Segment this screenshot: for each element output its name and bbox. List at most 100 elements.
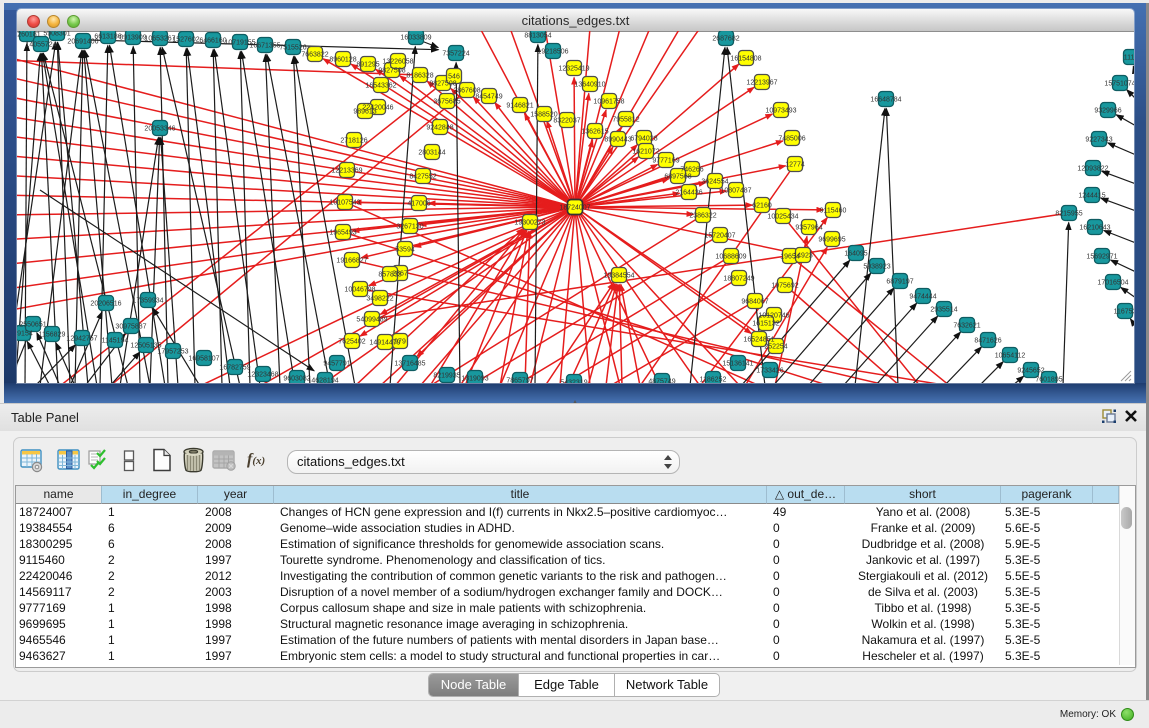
svg-text:1819093: 1819093 [461, 376, 488, 383]
svg-text:1527602: 1527602 [172, 37, 199, 44]
svg-text:16210643: 16210643 [1079, 225, 1110, 232]
svg-text:18724007: 18724007 [559, 205, 590, 212]
svg-text:13640910: 13640910 [574, 82, 605, 89]
svg-text:3267130: 3267130 [396, 224, 423, 231]
svg-text:1186252: 1186252 [700, 377, 727, 383]
svg-text:17359934: 17359934 [132, 298, 163, 305]
svg-text:5432319: 5432319 [560, 380, 587, 383]
svg-text:12213967: 12213967 [746, 80, 777, 87]
svg-text:1965493: 1965493 [329, 230, 356, 237]
svg-text:7485006: 7485006 [778, 136, 805, 143]
svg-text:9474444: 9474444 [909, 294, 936, 301]
svg-text:15136141: 15136141 [722, 361, 753, 368]
svg-text:1362615: 1362615 [581, 129, 608, 136]
svg-text:10807487: 10807487 [720, 188, 751, 195]
svg-text:546: 546 [448, 74, 460, 81]
svg-text:891295: 891295 [356, 62, 379, 69]
svg-text:5260181: 5260181 [17, 32, 41, 39]
svg-text:16648784: 16648784 [870, 97, 901, 104]
svg-text:9357964: 9357964 [795, 225, 822, 232]
svg-text:4875749: 4875749 [648, 379, 675, 383]
svg-text:6897568: 6897568 [664, 174, 691, 181]
svg-text:10973493: 10973493 [765, 108, 796, 115]
svg-text:2550651: 2550651 [19, 322, 46, 329]
svg-text:9684067: 9684067 [741, 299, 768, 306]
svg-text:8960128: 8960128 [329, 57, 356, 64]
svg-text:9603082: 9603082 [283, 376, 310, 383]
svg-text:13226058: 13226058 [382, 59, 413, 66]
svg-text:8219935: 8219935 [433, 373, 460, 380]
svg-text:7955812: 7955812 [612, 117, 639, 124]
svg-text:7357224: 7357224 [442, 51, 469, 58]
svg-text:164095: 164095 [844, 251, 867, 258]
svg-text:14055724: 14055724 [25, 42, 56, 49]
svg-text:19384554: 19384554 [603, 273, 634, 280]
svg-text:417006: 417006 [407, 201, 430, 208]
svg-text:6613186: 6613186 [94, 34, 121, 41]
svg-text:2687682: 2687682 [712, 36, 739, 43]
svg-text:16671355: 16671355 [249, 43, 280, 50]
svg-text:746266: 746266 [680, 167, 703, 174]
svg-text:7632621: 7632621 [953, 323, 980, 330]
svg-text:54099489: 54099489 [356, 317, 387, 324]
svg-text:16154808: 16154808 [730, 56, 761, 63]
svg-text:9457791: 9457791 [323, 361, 350, 368]
svg-text:8454749: 8454749 [475, 94, 502, 101]
svg-text:3624554: 3624554 [701, 179, 728, 186]
svg-text:12093822: 12093822 [1077, 166, 1108, 173]
svg-text:8427552: 8427552 [409, 174, 436, 181]
svg-text:7625402: 7625402 [338, 339, 365, 346]
svg-text:5908301: 5908301 [43, 31, 70, 38]
svg-text:16033809: 16033809 [400, 35, 431, 42]
svg-text:8215955: 8215955 [1055, 211, 1082, 218]
svg-text:10688609: 10688609 [715, 254, 746, 261]
svg-text:7865797: 7865797 [506, 378, 533, 383]
svg-text:9242848: 9242848 [426, 125, 453, 132]
svg-text:9699695: 9699695 [818, 237, 845, 244]
svg-text:9827508: 9827508 [429, 81, 456, 88]
svg-text:19300273: 19300273 [514, 220, 545, 227]
svg-text:2164436: 2164436 [675, 190, 702, 197]
svg-text:0913909: 0913909 [119, 35, 146, 42]
svg-text:12323468: 12323468 [247, 372, 278, 379]
svg-text:53594: 53594 [395, 247, 415, 254]
svg-text:10046798: 10046798 [344, 287, 375, 294]
svg-text:16958107: 16958107 [188, 356, 219, 363]
svg-text:252254: 252254 [764, 344, 787, 351]
svg-text:4628194: 4628194 [311, 378, 338, 383]
svg-text:989613: 989613 [353, 109, 376, 116]
svg-text:16782759: 16782759 [219, 365, 250, 372]
svg-text:10653267: 10653267 [144, 36, 175, 43]
svg-text:9227343: 9227343 [1085, 137, 1112, 144]
svg-text:15720407: 15720407 [704, 233, 735, 240]
svg-text:5938923: 5938923 [863, 264, 890, 271]
svg-text:6879197: 6879197 [886, 279, 913, 286]
svg-text:9827508: 9827508 [378, 68, 405, 75]
svg-text:2718126: 2718126 [340, 138, 367, 145]
svg-text:1156829: 1156829 [39, 332, 66, 339]
svg-text:116753: 116753 [1114, 309, 1134, 316]
svg-text:10025434: 10025434 [767, 214, 798, 221]
svg-text:10961758: 10961758 [593, 99, 624, 106]
svg-text:9329966: 9329966 [1094, 108, 1121, 115]
svg-text:7601895: 7601895 [1035, 377, 1062, 383]
svg-text:857833: 857833 [378, 272, 401, 279]
svg-text:16543362: 16543362 [365, 83, 396, 90]
svg-text:7663822: 7663822 [301, 52, 328, 59]
svg-text:6466160: 6466160 [199, 38, 226, 45]
svg-text:10120746: 10120746 [758, 313, 789, 320]
svg-text:1975692: 1975692 [771, 283, 798, 290]
svg-text:1112: 1112 [1124, 55, 1134, 62]
svg-text:12213369: 12213369 [331, 168, 362, 175]
svg-text:12942757: 12942757 [66, 336, 97, 343]
svg-text:30975887: 30975887 [115, 324, 146, 331]
svg-text:9146821: 9146821 [506, 103, 533, 110]
svg-text:62160: 62160 [752, 203, 772, 210]
svg-text:17016504: 17016504 [1097, 280, 1128, 287]
svg-text:20053346: 20053346 [144, 126, 175, 133]
svg-text:1621072: 1621072 [632, 149, 659, 156]
svg-text:3675685: 3675685 [433, 99, 460, 106]
svg-text:15692971: 15692971 [1086, 254, 1117, 261]
svg-text:9115460: 9115460 [820, 208, 847, 215]
svg-text:6794028: 6794028 [630, 136, 657, 143]
